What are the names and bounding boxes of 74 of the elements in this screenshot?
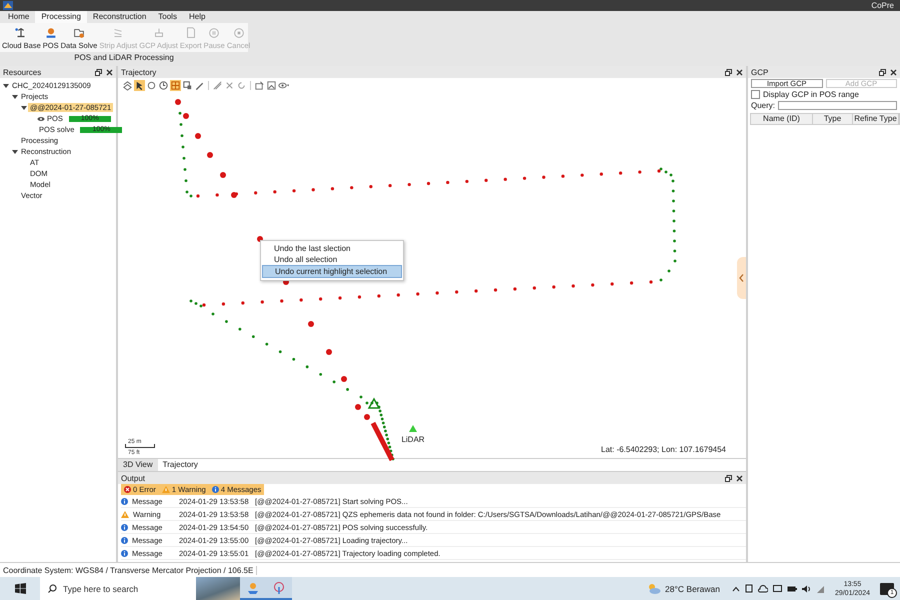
app-icon[interactable]	[246, 580, 260, 594]
float-icon[interactable]	[725, 474, 732, 482]
column-header[interactable]: Name (ID)	[751, 114, 813, 124]
weather-text[interactable]: 28°C Berawan	[665, 584, 720, 594]
pause-icon	[207, 26, 222, 40]
panel-title: GCP	[751, 68, 770, 76]
select-icon[interactable]	[182, 80, 193, 90]
menu-tab[interactable]: Home	[2, 11, 36, 23]
app-icon[interactable]	[272, 580, 286, 594]
panel-title: Resources	[3, 68, 42, 76]
info-icon	[121, 524, 128, 530]
marker-label: LiDAR	[401, 435, 425, 444]
status-text: Coordinate System: WGS84 / Transverse Mercator Projection / 106.5E	[3, 566, 258, 574]
image-icon[interactable]	[266, 80, 277, 90]
chevron-up-icon[interactable]	[732, 586, 740, 592]
marker-icon[interactable]	[409, 425, 417, 432]
menu-tab[interactable]: Reconstruction	[86, 11, 152, 23]
float-icon[interactable]	[95, 68, 102, 76]
clock-icon[interactable]	[158, 80, 169, 90]
refresh-icon[interactable]	[236, 80, 247, 90]
monitor-icon[interactable]	[772, 584, 782, 592]
menu-tab[interactable]: Processing	[35, 11, 87, 23]
search-placeholder: Type here to search	[63, 584, 138, 594]
close-icon[interactable]	[736, 474, 743, 482]
checkbox-label: Display GCP in POS range	[763, 90, 859, 99]
menu-item[interactable]: Undo the last slection	[262, 243, 402, 254]
window-title: CoPre	[871, 1, 894, 10]
menu-item[interactable]: Undo all selection	[262, 254, 402, 265]
float-icon[interactable]	[879, 68, 886, 76]
panel-title: Trajectory	[121, 68, 158, 76]
scale-bar	[125, 444, 155, 448]
info-icon	[121, 550, 128, 556]
panel-title: Output	[121, 474, 146, 482]
expander-icon[interactable]	[20, 104, 28, 112]
checkbox[interactable]	[751, 90, 760, 99]
column-header[interactable]: Type	[813, 114, 853, 124]
app-logo-icon	[3, 1, 13, 10]
search-field[interactable]: Type here to search	[40, 577, 240, 600]
info-icon	[121, 536, 128, 544]
ribbon-group-label: POS and LiDAR Processing	[0, 52, 248, 63]
query-field[interactable]	[778, 101, 897, 110]
collapse-handle[interactable]	[737, 257, 746, 299]
folder-icon	[72, 26, 86, 40]
expander-icon[interactable]	[11, 148, 19, 156]
expander-icon[interactable]	[2, 82, 10, 90]
cursor-coordinates: Lat: -6.5402293; Lon: 107.1679454	[601, 445, 726, 454]
export-icon[interactable]	[254, 80, 265, 90]
speaker-icon[interactable]	[802, 584, 811, 592]
menu-tab[interactable]: Help	[182, 11, 212, 23]
eye-icon[interactable]	[37, 116, 45, 122]
photo-placeholder	[196, 577, 240, 600]
info-icon	[212, 486, 219, 493]
expander-icon[interactable]	[11, 92, 19, 100]
chevron-icon	[739, 274, 744, 282]
close-icon[interactable]	[890, 68, 897, 76]
menu-item[interactable]: Undo current highlight selection	[262, 265, 402, 278]
warning-icon	[121, 510, 129, 518]
search-icon	[48, 584, 57, 593]
warning-icon	[162, 486, 170, 493]
query-label: Query:	[751, 101, 776, 110]
float-icon[interactable]	[725, 68, 732, 76]
column-header[interactable]: Refine Type	[853, 114, 899, 124]
cursor-icon[interactable]	[134, 80, 145, 90]
close-icon[interactable]	[106, 68, 113, 76]
error-icon	[124, 486, 131, 493]
battery-icon[interactable]	[786, 586, 797, 592]
stop-icon	[232, 26, 246, 40]
windows-logo-icon[interactable]	[14, 583, 26, 594]
close-icon[interactable]	[736, 68, 743, 76]
info-icon	[121, 498, 128, 504]
cloud-icon[interactable]	[758, 584, 768, 592]
menu-tab[interactable]: Tools	[152, 11, 183, 23]
view-tab[interactable]: 3D View	[118, 459, 158, 471]
grid-icon[interactable]	[170, 80, 181, 90]
